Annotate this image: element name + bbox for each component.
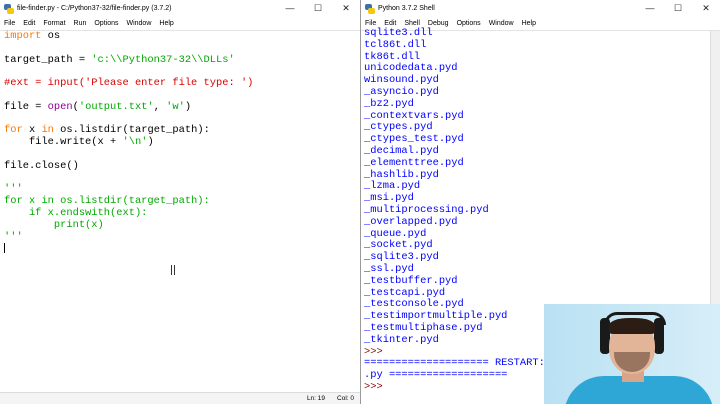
editor-statusbar: Ln: 19 Col: 0 — [0, 392, 360, 404]
menu-options[interactable]: Options — [90, 20, 122, 27]
editor-window: file-finder.py - C:/Python37-32/file-fin… — [0, 0, 361, 404]
output-line: _elementtree.pyd — [364, 156, 464, 169]
ibeam-cursor-icon — [171, 265, 175, 275]
code-line: #ext = input('Please enter file type: ') — [4, 77, 254, 90]
minimize-button[interactable]: — — [636, 0, 664, 17]
editor-titlebar[interactable]: file-finder.py - C:/Python37-32/file-fin… — [0, 0, 360, 17]
output-line: _overlapped.pyd — [364, 215, 458, 228]
headphones-right — [654, 318, 664, 354]
output-line: _lzma.pyd — [364, 180, 421, 193]
webcam-overlay — [544, 304, 720, 404]
menu-help[interactable]: Help — [518, 20, 540, 27]
python-icon — [365, 3, 375, 14]
menu-help[interactable]: Help — [155, 20, 177, 27]
code-line: ''' — [4, 230, 23, 243]
menu-edit[interactable]: Edit — [19, 20, 39, 27]
menu-options[interactable]: Options — [453, 20, 485, 27]
code-line: target_path = 'c:\\Python37-32\\DLLs' — [4, 53, 235, 66]
menu-edit[interactable]: Edit — [380, 20, 400, 27]
menu-format[interactable]: Format — [39, 20, 69, 27]
output-line: _bz2.pyd — [364, 97, 414, 110]
menu-debug[interactable]: Debug — [424, 20, 453, 27]
shell-window-controls: — ☐ ✕ — [636, 0, 720, 17]
code-line: file.close() — [4, 159, 79, 172]
output-line: _multiprocessing.pyd — [364, 203, 489, 216]
python-icon — [4, 3, 14, 14]
menu-window[interactable]: Window — [485, 20, 518, 27]
code-line-cursor — [4, 243, 360, 255]
maximize-button[interactable]: ☐ — [664, 0, 692, 17]
editor-title: file-finder.py - C:/Python37-32/file-fin… — [17, 5, 172, 12]
menu-shell[interactable]: Shell — [400, 20, 424, 27]
close-button[interactable]: ✕ — [332, 0, 360, 17]
output-line: _testbuffer.pyd — [364, 274, 458, 287]
code-line: import os — [4, 30, 61, 42]
editor-menubar: File Edit Format Run Options Window Help — [0, 17, 360, 31]
presenter-hair — [609, 318, 655, 334]
code-line: file = open('output.txt', 'w') — [4, 100, 192, 113]
menu-file[interactable]: File — [361, 20, 380, 27]
menu-run[interactable]: Run — [70, 20, 91, 27]
code-area[interactable]: import os target_path = 'c:\\Python37-32… — [0, 30, 360, 255]
close-button[interactable]: ✕ — [692, 0, 720, 17]
code-line: print(x) — [4, 218, 104, 231]
shell-titlebar[interactable]: Python 3.7.2 Shell — ☐ ✕ — [361, 0, 720, 17]
status-col: Col: 0 — [337, 395, 354, 402]
output-line: _ssl.pyd — [364, 262, 414, 275]
menu-window[interactable]: Window — [122, 20, 155, 27]
menu-file[interactable]: File — [0, 20, 19, 27]
code-line: file.write(x + '\n') — [4, 136, 154, 149]
status-line: Ln: 19 — [306, 395, 326, 402]
minimize-button[interactable]: — — [276, 0, 304, 17]
text-cursor — [4, 243, 5, 254]
output-line: _asyncio.pyd — [364, 85, 439, 98]
output-line: _decimal.pyd — [364, 144, 439, 157]
maximize-button[interactable]: ☐ — [304, 0, 332, 17]
editor-window-controls: — ☐ ✕ — [276, 0, 360, 17]
output-line: _sqlite3.pyd — [364, 251, 439, 264]
shell-title: Python 3.7.2 Shell — [378, 5, 435, 12]
output-line: tcl86t.dll — [364, 38, 427, 51]
